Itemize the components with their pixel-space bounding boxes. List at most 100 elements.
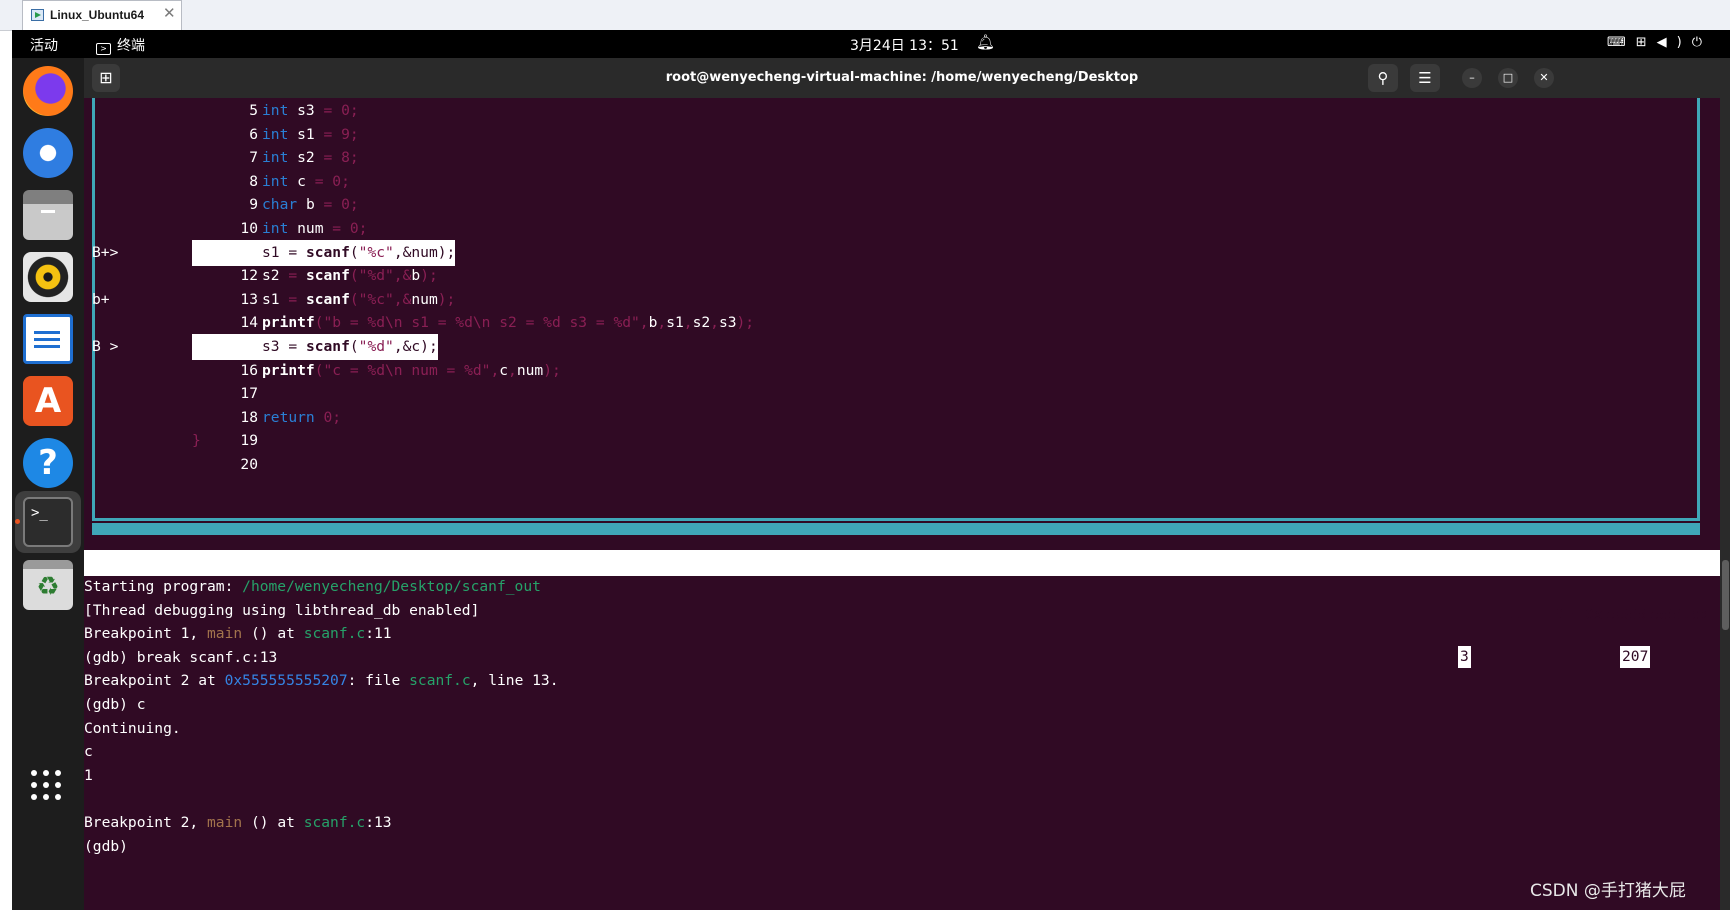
search-button[interactable]: ⚲ [1368,64,1398,92]
code-token: s2 [262,267,289,285]
terminal-app-icon: > [96,43,111,55]
source-code [192,381,262,407]
code-token: "%c" [358,243,394,261]
code-token: int [262,102,289,119]
code-token: ( [349,243,359,261]
app-center-icon[interactable]: A [23,376,73,426]
source-code: int s1 = 9; [192,122,359,148]
code-token: s3 [718,314,737,332]
source-line: B >15s3 = scanf("%d",&c); [84,334,1684,360]
help-icon[interactable]: ? [23,438,73,488]
source-code: int c = 0; [192,169,350,195]
files-icon[interactable] [23,190,73,240]
console-line: Continuing. [84,716,181,742]
console-line: Breakpoint 2, main () at scanf.c:13 [84,810,392,836]
breakpoint-marker: B+> [92,243,119,261]
gnome-top-bar: 活动 > 终端 3月24日 13：51 🔔︎ ⌨⊞◀)⏻ [12,30,1730,58]
code-token: = 8; [323,149,359,167]
vm-tab[interactable]: Linux_Ubuntu64 ✕ [22,0,182,30]
system-status-area[interactable]: ⌨⊞◀)⏻ [1607,35,1712,50]
close-icon[interactable]: ✕ [163,4,176,22]
console-token: :13 [365,814,392,831]
console-token: 0x555555555207 [224,672,348,690]
code-token: scanf [305,338,350,355]
console-line: (gdb) break scanf.c:13 [84,645,277,671]
source-line: 9 char b = 0; [84,192,1684,218]
console-token: /home/wenyecheng/Desktop/scanf_out [242,578,541,595]
code-token: c [499,361,509,379]
console-line: c [84,739,93,765]
gdb-status-bar: multi-thre Thread 0x7ffff7fa97 In: main … [84,550,1720,623]
console-token: scanf.c [409,672,471,690]
code-token: = [288,267,306,285]
minimize-button[interactable]: – [1462,68,1482,88]
terminal-icon[interactable]: >_ [23,497,73,547]
code-token: = 9; [323,125,359,143]
console-token: c [84,743,93,761]
app-menu-label: 终端 [117,38,145,54]
code-token: scanf [305,290,350,308]
app-menu[interactable]: > 终端 [96,35,145,55]
console-token: main [207,814,243,831]
console-token: :11 [365,625,392,643]
clock[interactable]: 3月24日 13：51 [850,35,959,55]
code-token: ( [349,338,359,355]
code-token: int [262,220,289,237]
code-token: ); [736,314,755,332]
code-token: b [297,196,324,214]
trash-icon[interactable]: ♻ [23,560,73,610]
source-code: s1 = scanf("%c",&num); [192,287,455,313]
code-token: s1 [666,314,684,332]
running-indicator [15,519,20,524]
code-token: , [710,314,719,332]
source-line: 7 int s2 = 8; [84,145,1684,171]
console-line: Breakpoint 1, main () at scanf.c:11 [84,621,392,647]
source-line: 8 int c = 0; [84,169,1684,195]
firefox-icon[interactable] [23,66,73,116]
activities-button[interactable]: 活动 [30,35,58,55]
code-token: int [262,172,289,190]
code-token: scanf [305,267,350,285]
console-token: 1 [84,766,93,784]
source-line: 12 s2 = scanf("%d",&b); [84,263,1684,289]
keyboard-icon: ⌨ [1606,35,1636,50]
console-token: (gdb) [84,837,137,855]
console-token: (gdb) break scanf.c:13 [84,648,278,666]
console-token: scanf.c [303,625,366,643]
code-token: = [288,290,306,308]
show-apps-icon[interactable] [31,770,61,800]
source-code: printf("c = %d\n num = %d",c,num); [192,358,561,384]
code-token: ("%c",& [349,290,412,308]
watermark: CSDN @手打猪大屁 [1530,881,1686,901]
source-line: 20 [84,452,1684,478]
code-token: s1 = [262,243,306,261]
code-token: ("b = %d\n s1 = %d\n s2 = %d s3 = %d", [314,314,649,332]
console-token: , line 13. [470,672,559,690]
source-code: char b = 0; [192,192,359,218]
close-button[interactable]: ✕ [1534,68,1554,88]
code-token: } [192,432,201,450]
menu-button[interactable]: ☰ [1410,64,1440,92]
vm-icon [31,9,44,21]
console-line: Breakpoint 2 at 0x555555555207: file sca… [84,668,559,694]
source-code: } [192,428,201,454]
code-token: ("c = %d\n num = %d", [314,361,500,379]
source-line: 17 [84,381,1684,407]
maximize-button[interactable]: □ [1498,68,1518,88]
code-token: printf [262,314,315,332]
code-token: ); [420,267,438,285]
search-icon: ⚲ [1377,69,1389,87]
console-token: : file [347,672,410,690]
dock: A ? >_ ♻ [12,58,84,910]
console-line: 1 [84,763,93,789]
writer-icon[interactable] [23,314,73,364]
console-token: Breakpoint 2 at [84,672,225,690]
console-token: Breakpoint 1, [84,625,208,643]
rhythmbox-icon[interactable] [23,252,73,302]
terminal-body[interactable]: 5 int s3 = 0; 6 int s1 = 9; 7 int s2 = 8; 8 int… [84,98,1720,910]
source-code: int s3 = 0; [192,98,359,124]
thunderbird-icon[interactable] [23,128,73,178]
scrollbar-thumb[interactable] [1722,560,1729,630]
source-line: b+ 13 s1 = scanf("%c",&num); [84,287,1684,313]
console-token: Continuing. [84,719,181,737]
